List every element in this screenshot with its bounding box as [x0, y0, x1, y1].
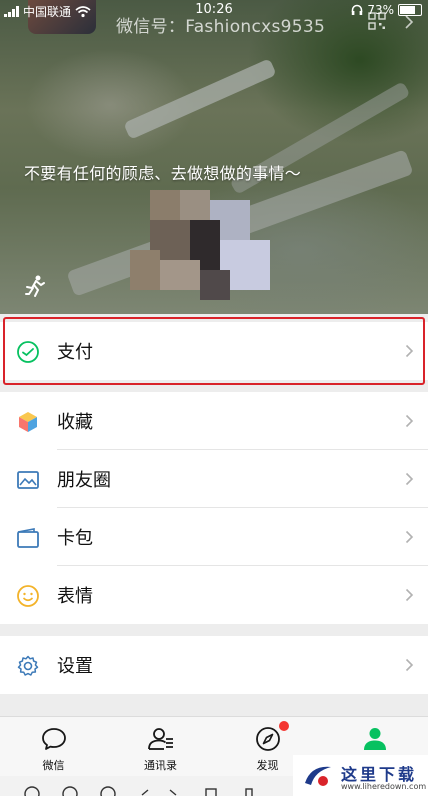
card-wallet-icon [17, 528, 39, 548]
menu-item-cards[interactable]: 卡包 [0, 508, 428, 566]
chevron-right-icon [405, 414, 414, 428]
menu-item-label: 收藏 [57, 412, 93, 433]
profile-cover-image[interactable] [0, 0, 428, 314]
headphones-icon [352, 4, 363, 15]
cube-icon [19, 412, 37, 432]
person-icon [364, 728, 386, 750]
menu-item-moments[interactable]: 朋友圈 [0, 450, 428, 508]
tab-label: 微信 [42, 759, 65, 772]
tab-label: 通讯录 [144, 759, 177, 772]
menu-item-stickers[interactable]: 表情 [0, 566, 428, 624]
menu-group-settings: 设置 [0, 636, 428, 694]
highlight-box [3, 317, 425, 385]
menu-item-favorites[interactable]: 收藏 [0, 392, 428, 450]
chevron-right-icon [405, 588, 414, 602]
gear-icon [17, 655, 39, 676]
chat-bubble-icon [42, 728, 66, 750]
chevron-right-icon[interactable] [404, 14, 414, 30]
tab-contacts[interactable]: 通讯录 [107, 717, 214, 777]
chevron-right-icon [405, 472, 414, 486]
menu-item-label: 朋友圈 [57, 470, 111, 491]
menu-item-label: 表情 [57, 586, 93, 607]
smiley-icon [17, 585, 39, 607]
menu-item-label: 设置 [57, 656, 93, 677]
contacts-icon [148, 728, 173, 750]
notification-badge [279, 721, 289, 731]
menu-item-settings[interactable]: 设置 [0, 636, 428, 694]
menu-group-main: 收藏 朋友圈 卡包 表情 [0, 392, 428, 624]
pixelated-figure [130, 190, 280, 300]
menu-item-label: 卡包 [57, 528, 93, 549]
toolbar-glyphs [24, 786, 253, 796]
running-person-icon[interactable] [24, 275, 46, 299]
compass-icon [256, 727, 280, 751]
image-icon [17, 471, 39, 489]
wechat-id[interactable]: 微信号：Fashioncxs9535 [116, 12, 325, 37]
status-motto[interactable]: 不要有任何的顾虑、去做想做的事情～ [24, 160, 301, 184]
watermark-url: www.liheredown.com [341, 782, 427, 791]
chevron-right-icon [405, 658, 414, 672]
qr-code-icon[interactable] [368, 12, 386, 30]
tab-chats[interactable]: 微信 [0, 717, 107, 777]
watermark-swoosh-icon [305, 766, 331, 786]
chevron-right-icon [405, 530, 414, 544]
cover-road-shape [123, 58, 277, 140]
watermark-logo: 这里下载 www.liheredown.com [293, 755, 428, 796]
